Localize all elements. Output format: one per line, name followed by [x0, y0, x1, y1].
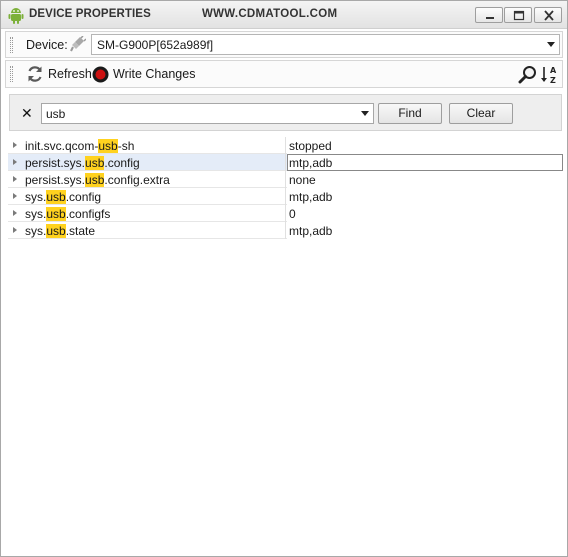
- device-select[interactable]: SM-G900P[652a989f]: [91, 34, 560, 55]
- plug-icon: [70, 36, 86, 52]
- refresh-label: Refresh: [48, 67, 92, 81]
- find-button[interactable]: Find: [378, 103, 442, 124]
- key-match-highlight: usb: [85, 156, 105, 170]
- key-prefix: persist.sys.: [25, 173, 86, 187]
- key-match-highlight: usb: [98, 139, 118, 153]
- minimize-button[interactable]: [475, 7, 503, 23]
- key-suffix: .configfs: [65, 207, 111, 221]
- table-row[interactable]: sys.usb.state mtp,adb: [8, 222, 563, 239]
- maximize-icon: [513, 10, 525, 21]
- key-prefix: persist.sys.: [25, 156, 86, 170]
- refresh-button[interactable]: Refresh: [26, 64, 92, 84]
- table-row[interactable]: sys.usb.config mtp,adb: [8, 188, 563, 205]
- close-search-icon[interactable]: ✕: [21, 105, 33, 122]
- property-key: persist.sys.usb.config: [25, 156, 140, 170]
- key-suffix: -sh: [117, 139, 135, 153]
- write-changes-button[interactable]: Write Changes: [92, 64, 195, 84]
- table-row[interactable]: persist.sys.usb.config.extra none: [8, 171, 563, 188]
- device-properties-window: DEVICE PROPERTIES WWW.CDMATOOL.COM Devic…: [0, 0, 568, 557]
- action-toolbar: Refresh Write Changes A Z: [5, 60, 563, 88]
- svg-text:Z: Z: [550, 76, 556, 85]
- key-suffix: .config.extra: [104, 173, 170, 187]
- key-prefix: init.svc.qcom-: [25, 139, 99, 153]
- maximize-button[interactable]: [504, 7, 532, 23]
- search-icon[interactable]: [518, 65, 538, 85]
- column-divider: [285, 205, 286, 222]
- property-value[interactable]: stopped: [287, 137, 563, 154]
- key-suffix: .state: [65, 224, 96, 238]
- key-match-highlight: usb: [46, 190, 66, 204]
- column-divider: [285, 154, 286, 171]
- search-panel: ✕ usb Find Clear: [9, 94, 562, 131]
- device-bar: Device: SM-G900P[652a989f]: [5, 31, 563, 58]
- clear-button[interactable]: Clear: [449, 103, 513, 124]
- title-bar[interactable]: DEVICE PROPERTIES WWW.CDMATOOL.COM: [1, 1, 567, 29]
- expand-arrow-icon[interactable]: [13, 210, 17, 216]
- toolbar-grip[interactable]: [10, 37, 13, 53]
- record-icon: [92, 66, 109, 82]
- property-value[interactable]: mtp,adb: [287, 188, 563, 205]
- column-divider: [285, 137, 286, 154]
- refresh-icon: [28, 66, 42, 82]
- window-title: DEVICE PROPERTIES: [29, 8, 151, 20]
- search-input[interactable]: usb: [41, 103, 374, 124]
- key-match-highlight: usb: [85, 173, 105, 187]
- key-prefix: sys.: [25, 224, 47, 238]
- svg-text:A: A: [550, 66, 557, 75]
- key-match-highlight: usb: [46, 224, 66, 238]
- key-prefix: sys.: [25, 207, 47, 221]
- android-icon: [8, 8, 24, 24]
- window-site: WWW.CDMATOOL.COM: [202, 8, 338, 20]
- property-value[interactable]: none: [287, 171, 563, 188]
- expand-arrow-icon[interactable]: [13, 159, 17, 165]
- chevron-down-icon[interactable]: [547, 42, 555, 47]
- toolbar-grip[interactable]: [10, 66, 13, 82]
- column-divider: [285, 188, 286, 205]
- column-divider: [285, 171, 286, 188]
- expand-arrow-icon[interactable]: [13, 176, 17, 182]
- property-key: sys.usb.configfs: [25, 207, 110, 221]
- key-match-highlight: usb: [46, 207, 66, 221]
- write-changes-label: Write Changes: [113, 67, 196, 81]
- device-label: Device:: [26, 38, 68, 52]
- column-divider: [285, 222, 286, 239]
- property-value[interactable]: mtp,adb: [287, 154, 563, 171]
- table-row[interactable]: sys.usb.configfs 0: [8, 205, 563, 222]
- close-icon: [544, 10, 554, 21]
- expand-arrow-icon[interactable]: [13, 142, 17, 148]
- property-key: sys.usb.state: [25, 224, 95, 238]
- minimize-icon: [486, 17, 494, 19]
- search-input-value: usb: [46, 107, 66, 121]
- table-row[interactable]: persist.sys.usb.config mtp,adb: [8, 154, 563, 171]
- expand-arrow-icon[interactable]: [13, 193, 17, 199]
- expand-arrow-icon[interactable]: [13, 227, 17, 233]
- key-suffix: .config: [65, 190, 102, 204]
- property-value[interactable]: 0: [287, 205, 563, 222]
- property-value[interactable]: mtp,adb: [287, 222, 563, 239]
- property-grid: init.svc.qcom-usb-sh stopped persist.sys…: [8, 137, 563, 239]
- property-key: sys.usb.config: [25, 190, 101, 204]
- table-row[interactable]: init.svc.qcom-usb-sh stopped: [8, 137, 563, 154]
- device-select-value: SM-G900P[652a989f]: [97, 38, 214, 52]
- chevron-down-icon[interactable]: [361, 111, 369, 116]
- key-prefix: sys.: [25, 190, 47, 204]
- property-key: persist.sys.usb.config.extra: [25, 173, 170, 187]
- key-suffix: .config: [104, 156, 140, 170]
- property-key: init.svc.qcom-usb-sh: [25, 139, 134, 153]
- sort-az-icon[interactable]: A Z: [540, 65, 560, 85]
- close-button[interactable]: [534, 7, 562, 23]
